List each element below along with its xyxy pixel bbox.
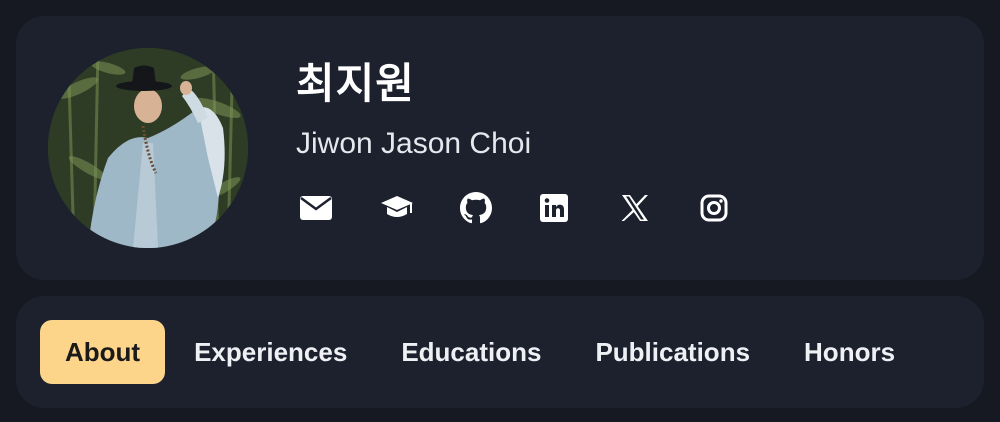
tab-publications[interactable]: Publications: [570, 320, 775, 384]
tab-about[interactable]: About: [40, 320, 166, 384]
profile-name-english: Jiwon Jason Choi: [296, 127, 532, 160]
tab-experiences[interactable]: Experiences: [169, 320, 372, 384]
profile-card: 최지원 Jiwon Jason Choi: [16, 16, 984, 280]
navigation-tabs-card: About Experiences Educations Publication…: [16, 296, 984, 408]
instagram-icon: [700, 194, 728, 222]
tab-educations[interactable]: Educations: [376, 320, 566, 384]
x-icon: [620, 194, 650, 222]
avatar: [48, 48, 248, 248]
github-link[interactable]: [460, 190, 540, 226]
social-links: [300, 190, 780, 226]
envelope-icon: [300, 196, 332, 220]
profile-name-korean: 최지원: [296, 60, 415, 107]
tab-honors[interactable]: Honors: [779, 320, 920, 384]
x-link[interactable]: [620, 190, 700, 226]
scholar-link[interactable]: [380, 190, 460, 226]
github-icon: [460, 192, 492, 224]
instagram-link[interactable]: [700, 190, 780, 226]
navigation-tabs: About Experiences Educations Publication…: [40, 320, 924, 384]
graduation-cap-icon: [380, 195, 414, 221]
email-link[interactable]: [300, 190, 380, 226]
linkedin-icon: [540, 194, 568, 222]
linkedin-link[interactable]: [540, 190, 620, 226]
